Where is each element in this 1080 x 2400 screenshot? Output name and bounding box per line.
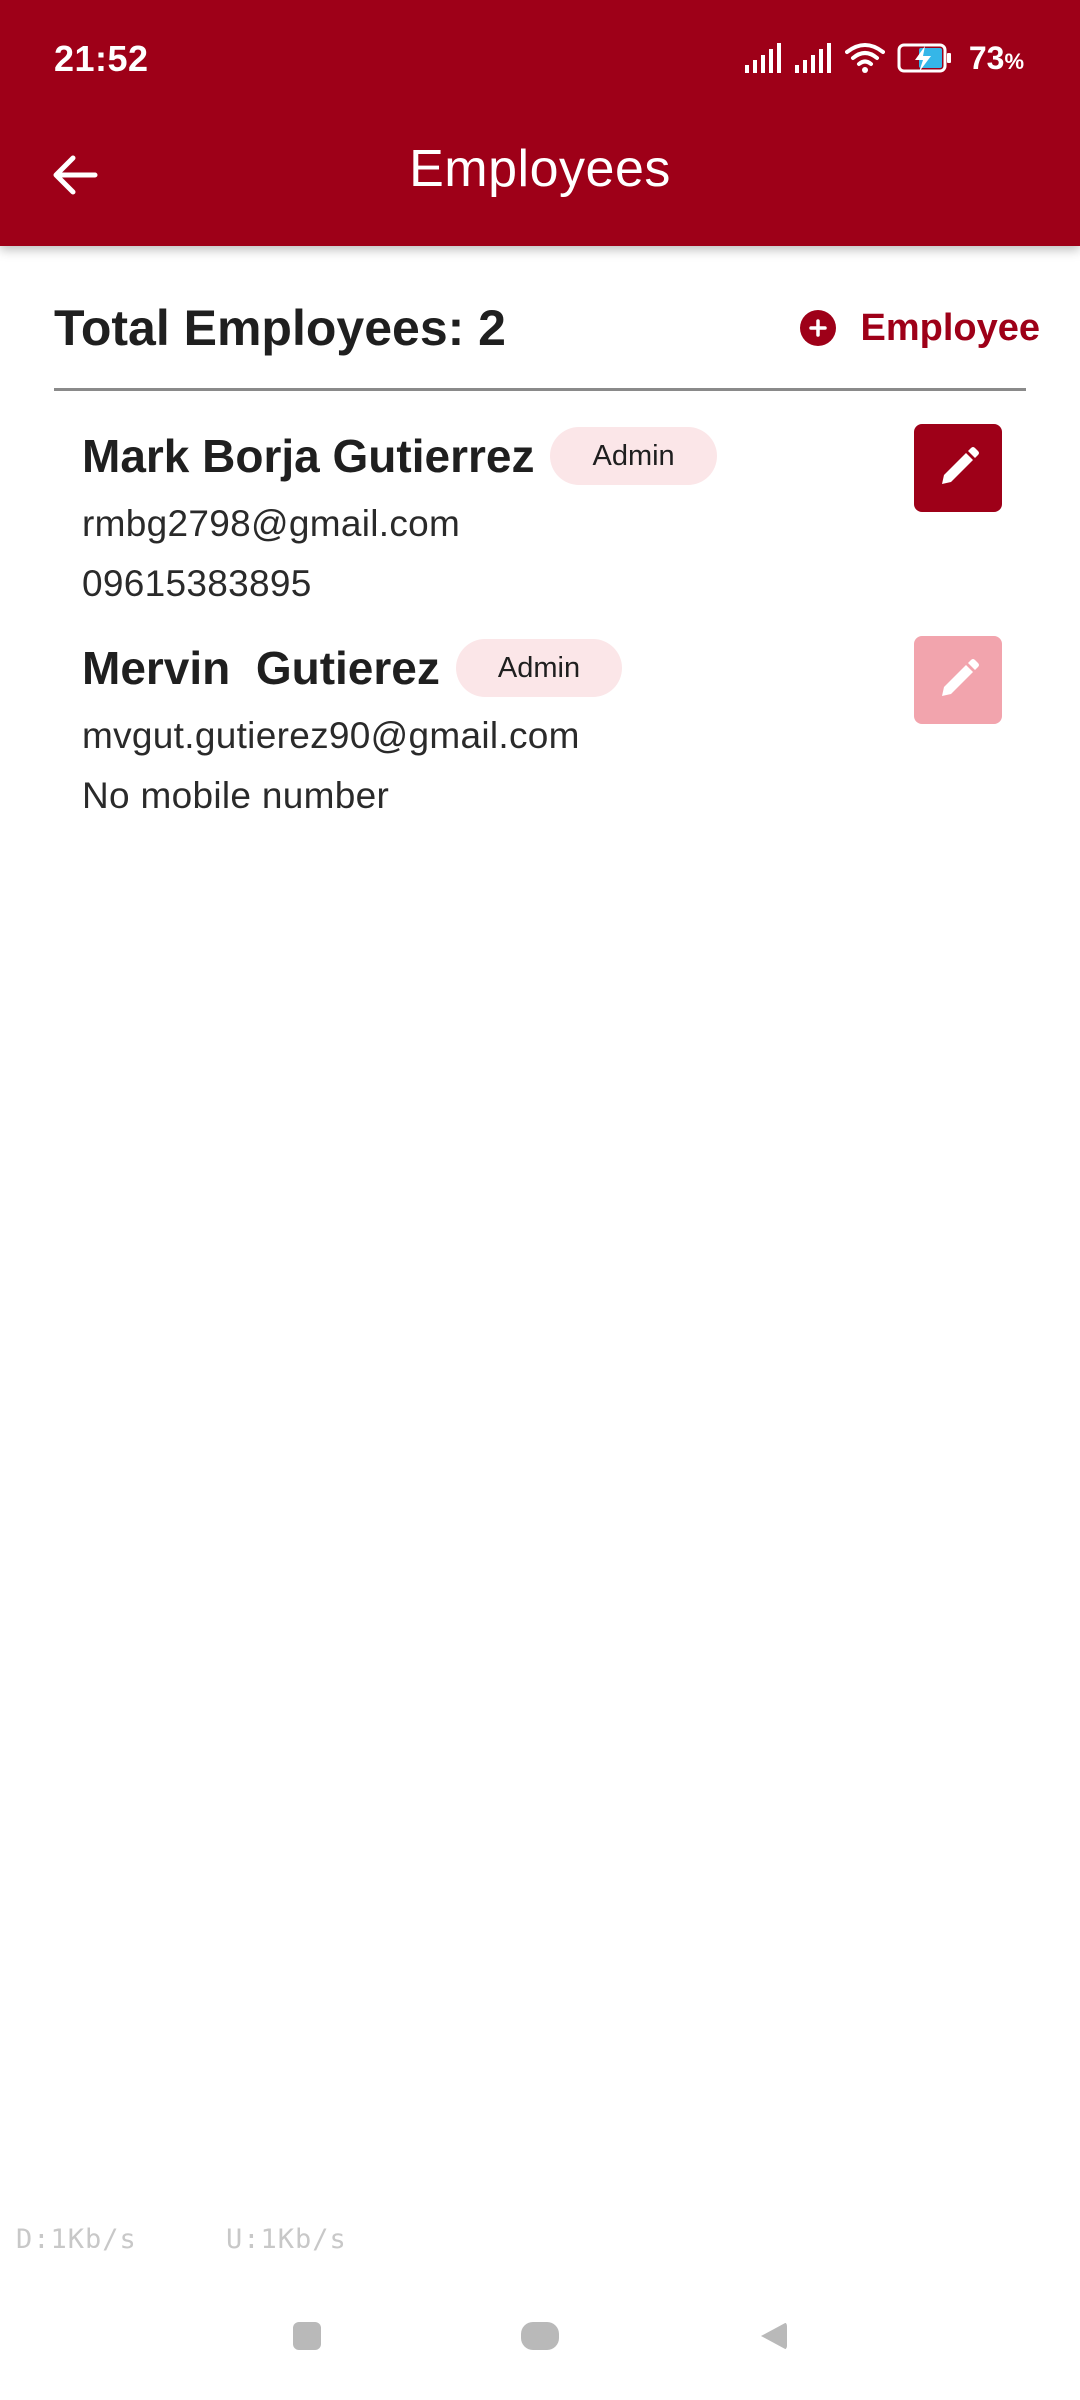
- signal-icon: [794, 43, 831, 73]
- plus-circle-icon: [800, 310, 837, 346]
- pencil-icon: [942, 447, 979, 484]
- page-title: Employees: [409, 140, 671, 198]
- recents-button[interactable]: [293, 2322, 321, 2350]
- role-badge: Admin: [550, 427, 717, 485]
- app-bar: Employees: [0, 120, 1080, 220]
- add-employee-button[interactable]: Employee: [800, 307, 1040, 350]
- download-speed: D:1Kb/s: [16, 2224, 137, 2255]
- employee-email: mvgut.gutierez90@gmail.com: [82, 715, 580, 756]
- battery-percent: 73%: [968, 39, 1024, 76]
- role-badge: Admin: [455, 639, 623, 697]
- employee-name: Mark Borja Gutierrez: [82, 430, 535, 482]
- edit-employee-button[interactable]: [914, 424, 1002, 512]
- add-employee-label: Employee: [860, 306, 1040, 349]
- app-header: 21:52 73% Employees: [0, 0, 1080, 246]
- system-nav-bar: [0, 2296, 1080, 2376]
- signal-icon: [744, 43, 781, 73]
- employee-phone: No mobile number: [82, 775, 390, 816]
- employee-list-item: Mark Borja Gutierrez Admin rmbg2798@gmai…: [82, 424, 1002, 608]
- status-icons: 73%: [744, 36, 1024, 80]
- home-button[interactable]: [521, 2322, 559, 2350]
- battery-charging-icon: [897, 43, 951, 73]
- pencil-icon: [942, 659, 979, 696]
- wifi-icon: [844, 43, 885, 73]
- status-bar: 21:52 73%: [0, 0, 1080, 120]
- employee-phone: 09615383895: [82, 563, 312, 604]
- divider: [54, 388, 1026, 391]
- summary-row: Total Employees: 2 Employee: [54, 290, 1040, 366]
- arrow-left-icon: [53, 155, 98, 195]
- back-nav-button[interactable]: [761, 2322, 787, 2350]
- back-button[interactable]: [40, 140, 110, 210]
- edit-employee-button[interactable]: [914, 636, 1002, 724]
- upload-speed: U:1Kb/s: [226, 2224, 347, 2255]
- status-time: 21:52: [54, 38, 149, 79]
- employee-email: rmbg2798@gmail.com: [82, 503, 461, 544]
- employee-list-item: Mervin Gutierez Admin mvgut.gutierez90@g…: [82, 636, 1002, 820]
- total-employees-label: Total Employees: 2: [54, 300, 506, 356]
- employee-name: Mervin Gutierez: [82, 642, 440, 694]
